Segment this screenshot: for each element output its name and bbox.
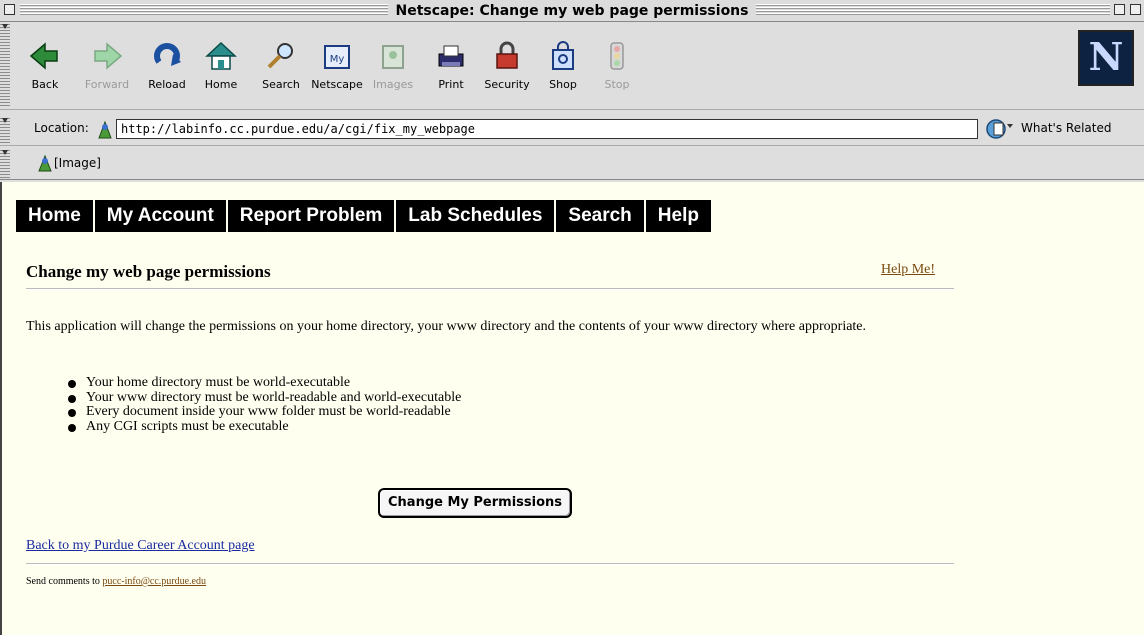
location-label: Location:: [34, 121, 89, 135]
footer-text: Send comments to: [26, 576, 103, 587]
nav-lab-schedules[interactable]: Lab Schedules: [396, 200, 557, 232]
whats-related-icon[interactable]: [985, 118, 1015, 140]
nav-report-problem[interactable]: Report Problem: [228, 200, 397, 232]
print-button[interactable]: Print: [420, 38, 482, 100]
footer: Send comments to pucc-info@cc.purdue.edu: [26, 576, 206, 587]
nav-my-account[interactable]: My Account: [95, 200, 228, 232]
netscape-logo[interactable]: N: [1078, 30, 1134, 86]
collapse-box[interactable]: [1130, 4, 1141, 15]
back-arrow-icon: [29, 42, 58, 70]
requirement-item: Your home directory must be world-execut…: [68, 375, 461, 391]
navigation-toolbar: Back Forward Reload Home Search My Netsc…: [0, 22, 1144, 110]
whats-related-label[interactable]: What's Related: [1021, 121, 1111, 135]
location-toolbar: Location: http://labinfo.cc.purdue.edu/a…: [0, 114, 1144, 146]
netscape-logo-letter: N: [1088, 34, 1124, 79]
bookmark-link-icon: [38, 154, 52, 172]
search-icon: [267, 43, 293, 69]
stop-icon: [610, 42, 624, 70]
print-icon: [438, 45, 464, 67]
requirement-item: Your www directory must be world-readabl…: [68, 390, 461, 406]
page-title: Change my web page permissions: [26, 262, 271, 281]
navigation-toolbar-handle[interactable]: [0, 22, 10, 108]
footer-divider: [26, 563, 954, 565]
location-url-field[interactable]: http://labinfo.cc.purdue.edu/a/cgi/fix_m…: [116, 119, 978, 139]
back-button[interactable]: Back: [14, 38, 76, 100]
stop-button[interactable]: Stop: [586, 38, 648, 100]
requirement-item: Every document inside your www folder mu…: [68, 404, 461, 420]
home-icon: [205, 41, 237, 70]
netscape-button[interactable]: My Netscape: [306, 38, 368, 100]
netscape-my-icon: My: [324, 45, 350, 69]
window-title-bar[interactable]: Netscape: Change my web page permissions: [0, 0, 1144, 22]
home-button[interactable]: Home: [190, 38, 252, 100]
personal-toolbar-item[interactable]: [Image]: [54, 156, 101, 170]
site-navigation: Home My Account Report Problem Lab Sched…: [16, 200, 711, 232]
svg-text:My: My: [330, 54, 345, 65]
browser-toolbars: Back Forward Reload Home Search My Netsc…: [0, 22, 1144, 182]
search-button[interactable]: Search: [250, 38, 312, 100]
personal-toolbar: [Image]: [0, 146, 1144, 180]
lock-icon: [496, 41, 518, 69]
requirements-list: Your home directory must be world-execut…: [68, 375, 461, 435]
requirement-item: Any CGI scripts must be executable: [68, 419, 461, 435]
reload-button[interactable]: Reload: [136, 38, 198, 100]
close-box[interactable]: [4, 4, 15, 15]
security-button[interactable]: Security: [476, 38, 538, 100]
title-bar-stripes: [20, 4, 1110, 16]
page-content: Home My Account Report Problem Lab Sched…: [0, 182, 1144, 635]
images-icon: [382, 45, 404, 69]
location-toolbar-handle[interactable]: [0, 116, 10, 144]
nav-search[interactable]: Search: [556, 200, 646, 232]
heading-divider: [26, 288, 954, 290]
zoom-box[interactable]: [1114, 4, 1125, 15]
reload-icon: [154, 43, 181, 66]
shop-button[interactable]: Shop: [532, 38, 594, 100]
back-to-account-link[interactable]: Back to my Purdue Career Account page: [26, 538, 255, 554]
help-me-link[interactable]: Help Me!: [881, 262, 935, 278]
forward-button[interactable]: Forward: [76, 38, 138, 100]
intro-paragraph: This application will change the permiss…: [26, 319, 867, 334]
change-permissions-button[interactable]: Change My Permissions: [378, 488, 573, 518]
images-button[interactable]: Images: [362, 38, 424, 100]
page-proxy-icon[interactable]: [96, 118, 114, 140]
personal-toolbar-handle[interactable]: [0, 148, 10, 178]
footer-email-link[interactable]: pucc-info@cc.purdue.edu: [102, 576, 206, 587]
nav-home[interactable]: Home: [16, 200, 95, 232]
forward-arrow-icon: [94, 42, 123, 70]
shopping-bag-icon: [552, 41, 574, 70]
nav-help[interactable]: Help: [646, 200, 711, 232]
